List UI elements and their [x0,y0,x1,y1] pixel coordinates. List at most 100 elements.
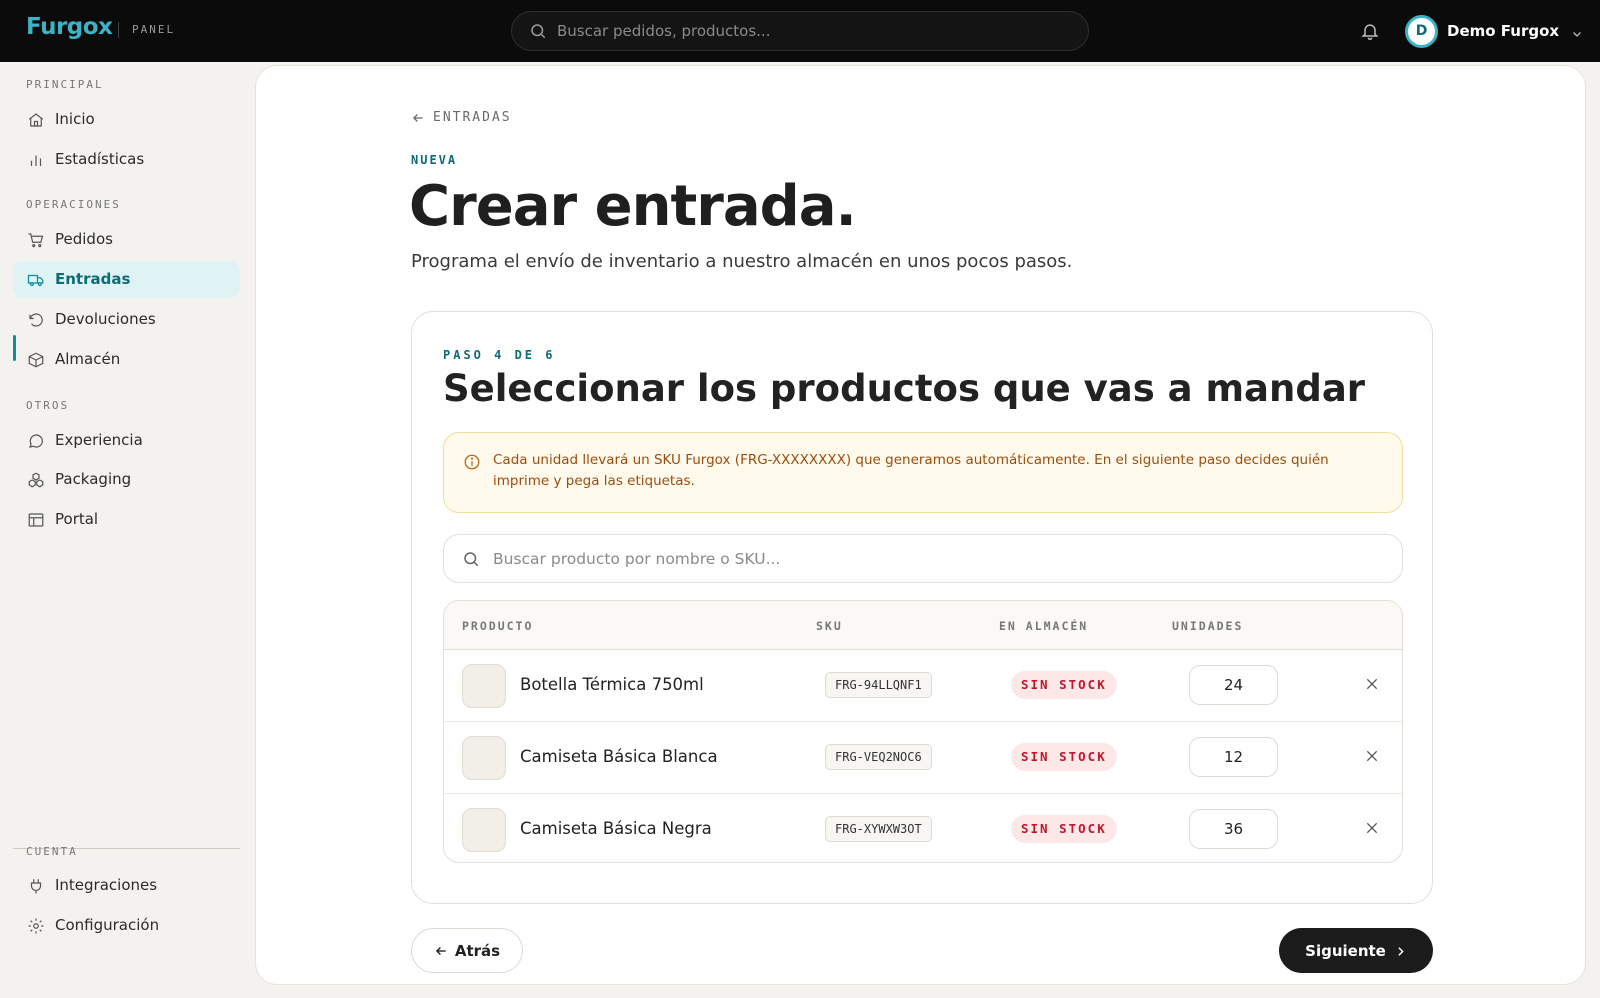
units-input[interactable] [1189,665,1278,705]
info-icon [463,453,481,471]
return-icon [27,311,45,329]
product-thumbnail [462,736,506,780]
sidebar-item-pedidos[interactable]: Pedidos [13,221,240,258]
product-thumbnail [462,664,506,708]
close-icon[interactable] [1364,820,1380,836]
sidebar-item-entradas[interactable]: Entradas [13,261,240,298]
sidebar-item-label: Experiencia [55,431,143,449]
sidebar-item-inicio[interactable]: Inicio [13,101,240,138]
box-icon [27,351,45,369]
active-indicator [13,335,16,361]
chevron-down-icon [1571,25,1583,37]
home-icon [27,111,45,129]
next-button-label: Siguiente [1305,941,1386,960]
user-name: Demo Furgox [1447,22,1560,40]
main-panel: ENTRADAS NUEVA Crear entrada. Programa e… [255,65,1586,985]
table-row: Botella Térmica 750ml FRG-94LLQNF1 SIN S… [444,650,1402,722]
gear-icon [27,917,45,935]
arrow-left-icon [434,944,448,958]
step-card: PASO 4 DE 6 Seleccionar los productos qu… [411,311,1433,904]
products-table: PRODUCTO SKU EN ALMACÉN UNIDADES Botella… [443,600,1403,863]
column-header-product: PRODUCTO [462,619,534,633]
sidebar-item-label: Inicio [55,110,95,128]
stats-icon [27,151,45,169]
sidebar-item-devoluciones[interactable]: Devoluciones [13,301,240,338]
info-notice: Cada unidad llevará un SKU Furgox (FRG-X… [443,432,1403,513]
panel-label: PANEL [132,23,176,36]
sidebar-item-label: Integraciones [55,876,158,894]
close-icon[interactable] [1364,676,1380,692]
plug-icon [27,877,45,895]
product-name: Botella Térmica 750ml [520,675,704,694]
page-title: Crear entrada. [409,174,857,239]
page-eyebrow: NUEVA [411,153,458,167]
product-search-input[interactable] [493,549,1373,568]
column-header-units: UNIDADES [1172,619,1244,633]
arrow-left-icon [411,111,425,125]
stock-status-badge: SIN STOCK [1011,743,1117,771]
sku-badge: FRG-XYWXW3OT [825,816,932,842]
sidebar-item-label: Estadísticas [55,150,145,168]
sku-badge: FRG-VEQ2NOC6 [825,744,932,770]
sidebar-item-label: Devoluciones [55,310,156,328]
sidebar-item-label: Pedidos [55,230,113,248]
table-row: Camiseta Básica Negra FRG-XYWXW3OT SIN S… [444,794,1402,862]
sidebar: PRINCIPAL Inicio Estadísticas OPERACIONE… [0,62,250,998]
cart-icon [27,231,45,249]
sidebar-item-integraciones[interactable]: Integraciones [13,867,240,904]
sidebar-divider [13,848,240,849]
furgox-logo[interactable]: Furgox [26,14,113,40]
portal-icon [27,511,45,529]
sidebar-item-label: Packaging [55,470,132,488]
product-name: Camiseta Básica Negra [520,819,712,838]
units-input[interactable] [1189,737,1278,777]
table-header: PRODUCTO SKU EN ALMACÉN UNIDADES [444,601,1402,650]
step-title: Seleccionar los productos que vas a mand… [443,367,1366,410]
table-row: Camiseta Básica Blanca FRG-VEQ2NOC6 SIN … [444,722,1402,794]
sidebar-item-configuracion[interactable]: Configuración [13,907,240,944]
avatar: D [1405,14,1438,48]
sidebar-item-packaging[interactable]: Packaging [13,461,240,498]
product-thumbnail [462,808,506,852]
global-search[interactable] [511,11,1089,51]
column-header-stock: EN ALMACÉN [999,619,1089,633]
sidebar-item-portal[interactable]: Portal [13,501,240,538]
chat-icon [27,432,45,450]
back-button[interactable]: Atrás [411,928,523,973]
packaging-icon [27,471,45,489]
sidebar-item-estadisticas[interactable]: Estadísticas [13,141,240,178]
sidebar-item-label: Portal [55,510,99,528]
product-name: Camiseta Básica Blanca [520,747,718,766]
stock-status-badge: SIN STOCK [1011,671,1117,699]
info-notice-text: Cada unidad llevará un SKU Furgox (FRG-X… [493,452,1329,489]
next-button[interactable]: Siguiente [1279,928,1433,973]
sidebar-item-label: Configuración [55,916,160,934]
sidebar-section-principal: PRINCIPAL [26,78,104,91]
back-button-label: Atrás [454,941,501,960]
logo-divider [118,22,119,38]
sidebar-item-experiencia[interactable]: Experiencia [13,422,240,459]
sidebar-section-operaciones: OPERACIONES [26,198,121,211]
sidebar-item-label: Almacén [55,350,121,368]
back-to-entradas-link[interactable]: ENTRADAS [411,110,512,125]
sidebar-section-otros: OTROS [26,399,70,412]
truck-icon [27,271,45,289]
user-menu[interactable]: D Demo Furgox [1405,14,1583,48]
sidebar-item-label: Entradas [55,270,131,288]
search-icon [529,22,547,40]
units-input[interactable] [1189,809,1278,849]
product-search[interactable] [443,534,1403,583]
stock-status-badge: SIN STOCK [1011,815,1117,843]
sku-badge: FRG-94LLQNF1 [825,672,932,698]
column-header-sku: SKU [816,619,843,633]
global-search-input[interactable] [557,22,1057,40]
page-subtitle: Programa el envío de inventario a nuestr… [411,251,1073,272]
sidebar-item-almacen[interactable]: Almacén [13,341,240,378]
top-bar: Furgox PANEL D Demo Furgox [0,0,1600,62]
search-icon [462,550,480,568]
close-icon[interactable] [1364,748,1380,764]
chevron-right-icon [1394,944,1407,957]
bell-icon[interactable] [1360,21,1380,41]
step-indicator: PASO 4 DE 6 [443,348,556,362]
back-link-label: ENTRADAS [433,110,512,125]
